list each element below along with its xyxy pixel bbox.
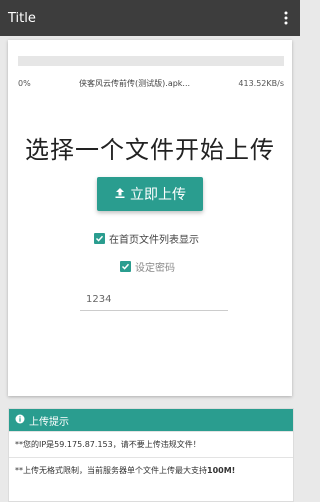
app-bar: Title	[0, 0, 300, 36]
password-field[interactable]	[80, 288, 228, 311]
more-vert-icon[interactable]	[276, 8, 296, 28]
set-password-option[interactable]: 设定密码	[120, 259, 175, 274]
upload-icon	[114, 186, 126, 202]
page-headline: 选择一个文件开始上传	[25, 136, 275, 164]
upload-filename: 侠客风云传前传(测试版).apk...	[79, 79, 191, 88]
progress-percent: 0%	[18, 79, 31, 88]
notice-size-limit-value: 100M!	[207, 466, 236, 475]
info-icon	[15, 414, 25, 427]
upload-card: 0% 侠客风云传前传(测试版).apk... 413.52KB/s 选择一个文件…	[8, 40, 292, 396]
notice-ip-warning: **您的IP是59.175.87.153，请不要上传违规文件！	[9, 431, 293, 457]
show-on-homepage-option[interactable]: 在首页文件列表显示	[94, 231, 199, 246]
notice-size-limit: **上传无格式限制，当前服务器单个文件上传最大支持100M!	[9, 457, 293, 483]
set-password-label: 设定密码	[135, 263, 175, 274]
set-password-checkbox[interactable]	[120, 261, 131, 272]
upload-progress-bar	[18, 56, 284, 66]
upload-button-label: 立即上传	[130, 186, 186, 202]
app-title: Title	[8, 10, 36, 26]
upload-now-button[interactable]: 立即上传	[97, 177, 203, 211]
upload-speed: 413.52KB/s	[238, 79, 284, 88]
upload-progress-info: 0% 侠客风云传前传(测试版).apk... 413.52KB/s	[18, 78, 284, 89]
show-on-homepage-label: 在首页文件列表显示	[109, 235, 199, 246]
notice-size-limit-text: **上传无格式限制，当前服务器单个文件上传最大支持	[15, 466, 207, 475]
notice-title: 上传提示	[29, 416, 69, 428]
show-on-homepage-checkbox[interactable]	[94, 233, 105, 244]
upload-notice-panel: 上传提示 **您的IP是59.175.87.153，请不要上传违规文件！ **上…	[8, 408, 294, 502]
notice-header: 上传提示	[9, 409, 293, 431]
